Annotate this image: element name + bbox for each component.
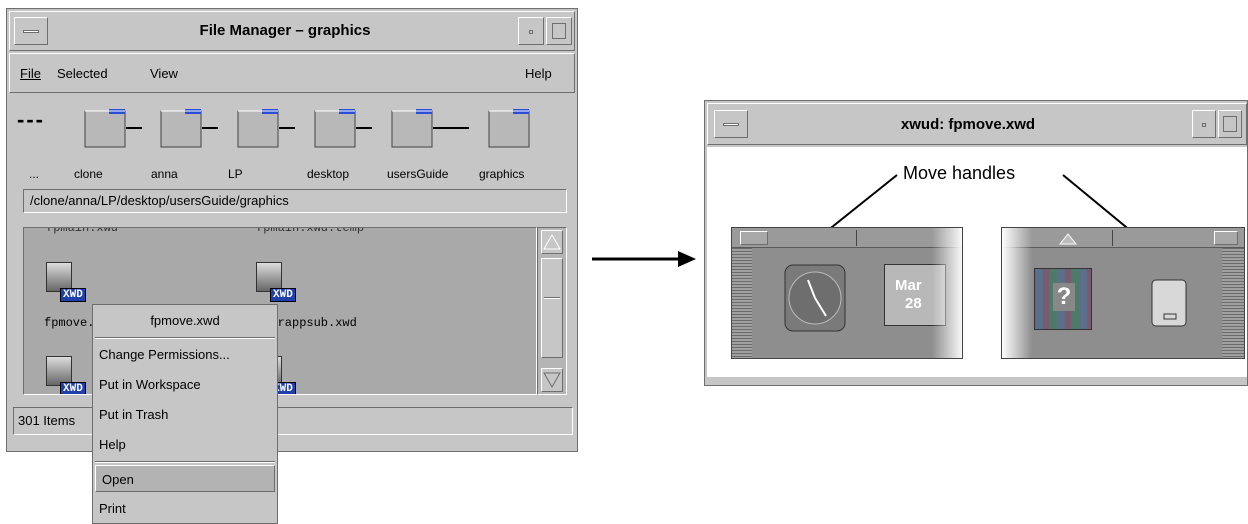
panel-up-arrow-icon[interactable] [1058,232,1078,246]
menu-item-open[interactable]: Open [95,465,275,492]
xwd-badge: XWD [60,288,86,302]
xwud-title: xwud: fpmove.xwd [900,116,1036,133]
file-icon-partial-left[interactable]: XWD [46,356,86,394]
folder-icon-clone [84,109,126,148]
arrow-down-icon [543,372,561,389]
window-menu-button[interactable] [714,110,748,138]
menu-selected[interactable]: Selected [57,66,108,81]
file-name-fpmove[interactable]: fpmove.xwd [44,316,94,330]
path-field[interactable]: /clone/anna/LP/desktop/usersGuide/graphi… [23,189,567,213]
help-glyph: ? [1053,283,1075,311]
menu-separator [95,461,275,463]
scroll-down-arrow[interactable] [541,368,563,392]
title-bar[interactable]: File Manager – graphics [9,11,575,51]
xwud-title-bar[interactable]: xwud: fpmove.xwd [707,103,1247,145]
iconic-path: --- ... clone anna LP desktop usersGuide… [9,95,575,187]
context-menu: fpmove.xwd Change Permissions... Put in … [92,304,278,524]
minimize-button[interactable] [518,17,544,45]
minimize-icon [1202,123,1206,127]
menu-item-help[interactable]: Help [93,431,277,458]
xwud-window: xwud: fpmove.xwd Move handles Mar 28 ? [704,100,1248,386]
menu-file[interactable]: File [20,66,41,81]
minimize-button[interactable] [1192,110,1216,138]
flow-arrow [592,251,696,267]
window-menu-button[interactable] [14,17,48,45]
crumb-usersguide[interactable]: usersGuide [387,167,448,181]
thumb-grip [544,297,560,299]
maximize-icon [1223,116,1237,132]
minus-icon [23,30,39,33]
menu-bar: File Selected View Help [9,53,575,93]
maximize-button[interactable] [1218,110,1242,138]
dither-fade-right [932,228,962,358]
window-title: File Manager – graphics [199,22,371,39]
file-name-fpmain-temp[interactable]: fpmain.xwd.temp [256,228,364,235]
clock-icon[interactable] [784,264,846,334]
panel-top-strip [1002,228,1244,248]
panel-divider [1112,230,1113,246]
front-panel-left: Mar 28 [731,227,963,359]
minimize-icon [529,30,533,34]
xwud-canvas: Move handles Mar 28 ? [707,147,1247,377]
menu-item-print[interactable]: Print [93,495,277,522]
crumb-clone[interactable]: clone [74,167,103,181]
move-handle-right[interactable] [1222,248,1244,358]
dither-fade-left [1002,228,1032,358]
crumb-lp[interactable]: LP [228,167,243,181]
help-books-icon[interactable]: ? [1034,268,1092,330]
calendar-day: 28 [905,295,922,312]
minus-icon [723,123,739,126]
maximize-button[interactable] [546,17,572,45]
xwd-badge: XWD [270,288,296,302]
vertical-scrollbar[interactable] [537,227,567,395]
panel-minimize-button[interactable] [1214,231,1238,245]
crumb-graphics[interactable]: graphics [479,167,524,181]
folder-icon-lp [237,109,279,148]
item-count: 301 Items [18,413,76,428]
front-panel-right: ? [1001,227,1245,359]
file-icon-peerappsub[interactable]: XWD [256,262,296,308]
menu-view[interactable]: View [150,66,178,81]
folder-icon-usersguide [391,109,433,148]
file-name-fpmain[interactable]: fpmain.xwd [46,228,118,235]
folder-icon-graphics [488,109,530,148]
panel-menu-button[interactable] [740,231,768,245]
crumb-desktop[interactable]: desktop [307,167,349,181]
move-handle-left[interactable] [732,248,752,358]
maximize-icon [552,23,566,39]
context-menu-title: fpmove.xwd [150,313,220,328]
crumb-anna[interactable]: anna [151,167,178,181]
scroll-thumb[interactable] [541,258,563,358]
folder-icon-anna [160,109,202,148]
menu-item-change-permissions[interactable]: Change Permissions... [93,341,277,368]
folder-chain [84,109,530,148]
menu-item-put-in-workspace[interactable]: Put in Workspace [93,371,277,398]
arrow-up-icon [543,233,561,250]
panel-divider [856,230,857,246]
menu-separator [95,337,275,339]
file-icon-fpmove[interactable]: XWD [46,262,86,308]
xwd-badge: XWD [60,382,86,394]
crumb-root[interactable]: ... [29,167,39,181]
calendar-month: Mar [895,277,922,294]
scroll-up-arrow[interactable] [541,230,563,254]
menu-item-put-in-trash[interactable]: Put in Trash [93,401,277,428]
trash-can-icon[interactable] [1150,274,1190,328]
menu-help[interactable]: Help [525,66,552,81]
folder-icon-desktop [314,109,356,148]
